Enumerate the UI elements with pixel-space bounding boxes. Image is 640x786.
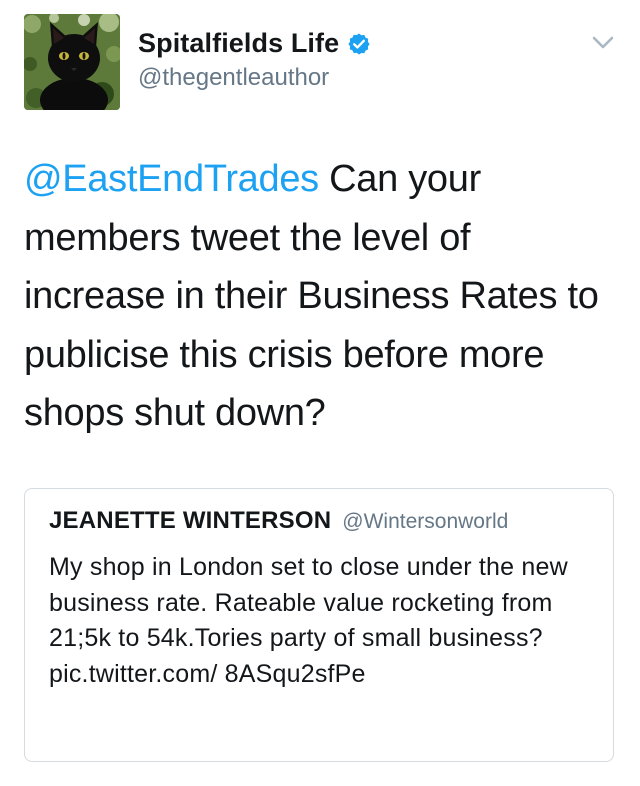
chevron-down-icon[interactable] [592, 36, 614, 50]
tweet: Spitalfields Life @thegentleauthor @East… [0, 0, 640, 786]
mention-link[interactable]: @EastEndTrades [24, 158, 319, 200]
quoted-author-handle: @Wintersonworld [342, 510, 509, 533]
quoted-tweet-header: JEANETTE WINTERSON @Wintersonworld [49, 507, 508, 535]
quoted-tweet-text: My shop in London set to close under the… [49, 553, 568, 688]
verified-badge-icon [347, 32, 371, 56]
author-display-name[interactable]: Spitalfields Life [138, 28, 339, 59]
author-name-row: Spitalfields Life [138, 28, 371, 59]
tweet-text: @EastEndTrades Can your members tweet th… [24, 150, 614, 443]
black-cat-avatar-icon [24, 14, 120, 110]
quoted-tweet-card[interactable]: JEANETTE WINTERSON @Wintersonworld My sh… [24, 488, 614, 762]
avatar[interactable] [24, 14, 120, 110]
quoted-author-name: JEANETTE WINTERSON [49, 507, 332, 534]
author-handle[interactable]: @thegentleauthor [138, 64, 329, 92]
